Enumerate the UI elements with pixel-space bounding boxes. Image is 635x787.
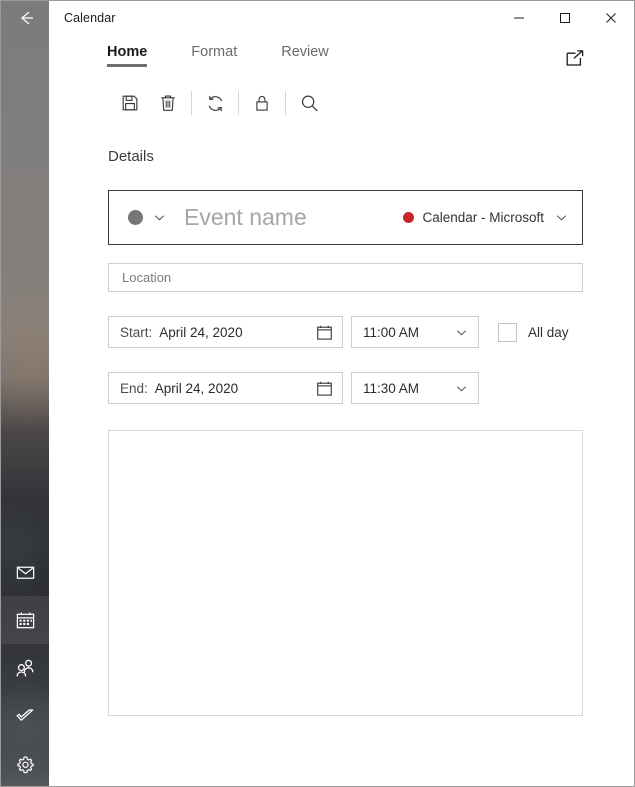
start-datetime-row: Start: April 24, 2020 11:00 AM All day (108, 316, 583, 348)
end-datetime-row: End: April 24, 2020 11:30 AM (108, 372, 583, 404)
sync-refresh-icon (205, 93, 226, 114)
gear-icon (15, 754, 36, 775)
all-day-checkbox[interactable] (498, 322, 517, 342)
end-date-label: End: (120, 380, 148, 396)
close-button[interactable] (588, 1, 634, 35)
people-icon (14, 657, 36, 679)
title-bar: Calendar (49, 1, 634, 35)
tab-strip: Home Format Review (49, 35, 634, 79)
private-button[interactable] (243, 85, 281, 121)
start-time-value: 11:00 AM (363, 324, 420, 340)
back-button[interactable] (1, 1, 49, 35)
end-time-field[interactable]: 11:30 AM (351, 372, 479, 404)
maximize-button[interactable] (542, 1, 588, 35)
open-in-new-window-icon (564, 48, 586, 70)
end-time-chevron-down-icon (455, 382, 468, 395)
tab-review[interactable]: Review (281, 35, 329, 60)
event-name-row: Calendar - Microsoft (108, 190, 583, 245)
end-time-value: 11:30 AM (363, 380, 420, 396)
window-title: Calendar (64, 11, 116, 25)
event-color-chevron-down-icon[interactable] (153, 211, 166, 224)
mail-icon (15, 562, 36, 583)
calendar-select[interactable]: Calendar - Microsoft (403, 210, 568, 225)
search-icon (299, 93, 320, 114)
busy-status-button[interactable] (196, 85, 234, 121)
start-date-label: Start: (120, 324, 153, 340)
command-bar (49, 83, 634, 123)
minimize-icon (513, 12, 525, 24)
calendar-color-dot (403, 212, 415, 223)
event-name-input[interactable] (182, 203, 396, 232)
tab-home[interactable]: Home (107, 35, 148, 67)
close-icon (605, 12, 617, 24)
all-day-control[interactable]: All day (498, 322, 569, 342)
trash-icon (158, 93, 178, 113)
save-button[interactable] (111, 85, 149, 121)
command-separator (285, 91, 286, 115)
end-date-value: April 24, 2020 (154, 380, 239, 396)
sidebar-item-mail[interactable] (1, 548, 49, 596)
sidebar-item-people[interactable] (1, 644, 49, 692)
start-time-chevron-down-icon (455, 326, 468, 339)
all-day-label: All day (528, 324, 569, 340)
maximize-icon (559, 12, 571, 24)
start-calendar-picker-icon[interactable] (316, 324, 333, 341)
start-date-value: April 24, 2020 (159, 324, 243, 340)
search-button[interactable] (290, 85, 328, 121)
tab-format[interactable]: Format (191, 35, 237, 60)
start-time-field[interactable]: 11:00 AM (351, 316, 479, 348)
command-separator (191, 91, 192, 115)
sidebar-item-calendar[interactable] (1, 596, 49, 644)
sidebar-item-settings[interactable] (1, 740, 49, 786)
lock-icon (252, 93, 272, 113)
back-arrow-icon (14, 7, 36, 29)
save-floppy-icon (120, 93, 140, 113)
calendar-icon (15, 610, 36, 631)
event-notes-box[interactable] (108, 430, 583, 716)
command-separator (238, 91, 239, 115)
event-notes-input[interactable] (109, 431, 582, 715)
caption-buttons (496, 1, 634, 35)
nav-rail-items (1, 548, 49, 786)
location-input[interactable] (120, 269, 571, 286)
calendar-select-chevron-down-icon (555, 211, 568, 224)
location-field[interactable] (108, 263, 583, 292)
event-color-dot[interactable] (128, 210, 143, 225)
end-calendar-picker-icon[interactable] (316, 380, 333, 397)
ribbon-tabs: Home Format Review (49, 35, 634, 79)
end-date-field[interactable]: End: April 24, 2020 (108, 372, 343, 404)
sidebar-item-todo[interactable] (1, 692, 49, 740)
page-title: Details (108, 148, 154, 165)
calendar-select-label: Calendar - Microsoft (422, 210, 544, 225)
start-date-field[interactable]: Start: April 24, 2020 (108, 316, 343, 348)
event-details-form: Details Calendar - Microsoft (49, 123, 634, 786)
minimize-button[interactable] (496, 1, 542, 35)
delete-button[interactable] (149, 85, 187, 121)
calendar-event-window: Calendar Home Format Review Details Even… (0, 0, 635, 787)
tasks-check-icon (14, 705, 36, 727)
open-in-new-window-button[interactable] (560, 45, 590, 73)
nav-rail (1, 1, 49, 786)
